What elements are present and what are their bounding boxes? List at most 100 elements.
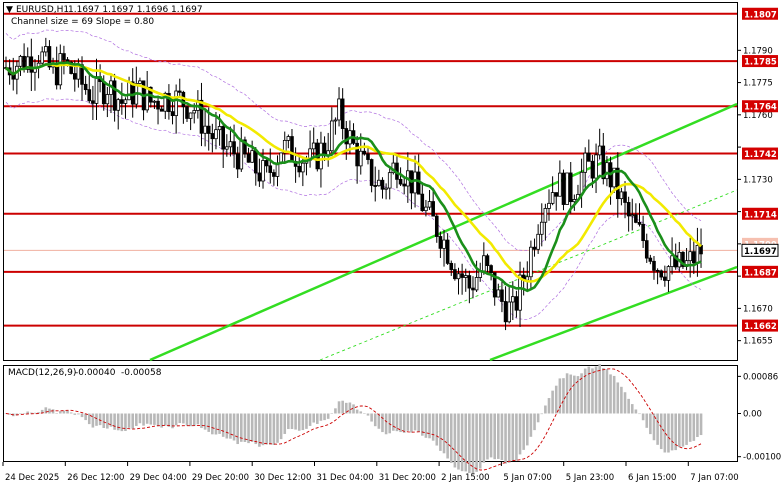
- macd-bar: [659, 413, 663, 450]
- candle: [681, 251, 685, 269]
- macd-bar: [247, 413, 250, 444]
- macd-bar: [182, 413, 185, 424]
- macd-bar: [290, 413, 294, 430]
- macd-bar: [211, 413, 214, 435]
- macd-bar: [591, 368, 594, 414]
- macd-bar: [127, 413, 131, 428]
- macd-bar: [348, 402, 352, 414]
- macd-bar: [243, 413, 247, 442]
- macd-bar: [359, 411, 363, 414]
- level-price-tag: 1.1807: [742, 7, 778, 20]
- macd-bar: [435, 413, 439, 446]
- time-tick-label: 5 Jan 23:00: [566, 473, 614, 483]
- macd-bar: [178, 413, 182, 423]
- macd-bar: [22, 413, 26, 414]
- macd-bar: [301, 413, 305, 431]
- time-tick-label: 30 Dec 12:00: [254, 473, 311, 483]
- macd-bar: [392, 413, 395, 431]
- macd-bar: [279, 413, 283, 440]
- macd-bar: [504, 413, 507, 464]
- macd-bar: [55, 413, 58, 414]
- macd-bar: [522, 413, 525, 450]
- macd-bar: [645, 413, 649, 428]
- macd-bar: [370, 413, 373, 422]
- macd-bar: [457, 413, 460, 470]
- current-price-tag: 1.1697: [741, 243, 779, 257]
- macd-bar: [297, 413, 301, 431]
- macd-bar: [276, 413, 279, 443]
- time-tick-label: 29 Dec 04:00: [130, 473, 187, 483]
- level-price-tag: 1.1764: [742, 100, 778, 113]
- time-tick-label: 5 Jan 07:00: [503, 473, 551, 483]
- macd-bar: [594, 366, 598, 414]
- macd-bar: [638, 413, 641, 415]
- macd-bar: [316, 413, 319, 424]
- time-tick-label: 26 Dec 12:00: [67, 473, 124, 483]
- macd-bar: [569, 374, 573, 414]
- macd-bar: [623, 392, 627, 414]
- macd-bar: [620, 386, 623, 414]
- macd-bar: [77, 413, 80, 415]
- level-price-tag-label: 1.1714: [744, 210, 777, 220]
- macd-bar: [515, 413, 518, 461]
- macd-bar: [525, 413, 529, 446]
- macd-bar: [554, 385, 558, 414]
- macd-bar: [337, 401, 341, 414]
- header-quotes: 1.1697 1.1697 1.1696 1.1697: [68, 5, 203, 15]
- macd-bar: [308, 413, 312, 426]
- level-price-tag-label: 1.1742: [744, 150, 777, 160]
- macd-bar: [236, 413, 239, 445]
- macd-bar: [254, 413, 258, 445]
- macd-bar: [641, 413, 645, 421]
- macd-bar: [442, 413, 446, 454]
- macd-scale-label: 0.00086: [743, 372, 778, 382]
- macd-bar: [634, 409, 638, 414]
- macd-bar: [406, 413, 410, 431]
- macd-bar: [185, 413, 189, 426]
- macd-bar: [330, 413, 334, 414]
- macd-label: MACD(12,26,9): [8, 368, 76, 378]
- macd-bar: [533, 413, 536, 431]
- price-tick-label: 1.1670: [743, 304, 773, 314]
- macd-bar: [131, 413, 134, 429]
- macd-bar: [145, 413, 149, 424]
- macd-bar: [19, 413, 22, 414]
- macd-bar: [196, 413, 200, 425]
- macd-bar: [323, 413, 326, 421]
- macd-bar: [214, 413, 218, 435]
- macd-bar: [649, 413, 652, 435]
- macd-bar: [685, 413, 688, 445]
- price-chart[interactable]: 0.000860.00-0.00100 1.17901.17751.17601.…: [0, 0, 781, 489]
- macd-bar: [544, 405, 547, 414]
- macd-bar: [305, 413, 308, 429]
- macd-bar: [667, 413, 670, 453]
- macd-bar: [630, 404, 634, 414]
- price-tick-label: 1.1730: [743, 175, 773, 185]
- level-price-tag-label: 1.1807: [744, 10, 777, 20]
- macd-bar: [272, 413, 276, 445]
- macd-bar: [80, 413, 84, 418]
- macd-bar: [102, 413, 106, 428]
- macd-bar: [616, 382, 620, 414]
- macd-bar: [678, 413, 681, 448]
- macd-bar: [446, 413, 449, 459]
- macd-bar: [268, 413, 272, 445]
- macd-bar: [95, 413, 98, 426]
- macd-bar: [135, 413, 138, 426]
- macd-bar: [167, 413, 171, 427]
- level-price-tag: 1.1662: [742, 319, 778, 332]
- time-tick-label: 29 Dec 20:00: [192, 473, 249, 483]
- price-tick-label: 1.1655: [743, 337, 773, 347]
- macd-bar: [482, 413, 486, 463]
- level-price-tag: 1.1687: [742, 265, 778, 278]
- macd-bar: [562, 378, 565, 414]
- header-arrow-icon[interactable]: ▼: [6, 5, 13, 15]
- macd-bar: [489, 413, 493, 458]
- macd-bar: [547, 398, 551, 414]
- macd-bar: [221, 413, 225, 437]
- macd-bar: [334, 408, 337, 414]
- macd-bar: [486, 413, 489, 460]
- macd-bar: [366, 413, 370, 416]
- price-tags: 1.17001.18071.17851.17641.17421.17141.16…: [741, 7, 779, 332]
- macd-bar: [381, 413, 384, 433]
